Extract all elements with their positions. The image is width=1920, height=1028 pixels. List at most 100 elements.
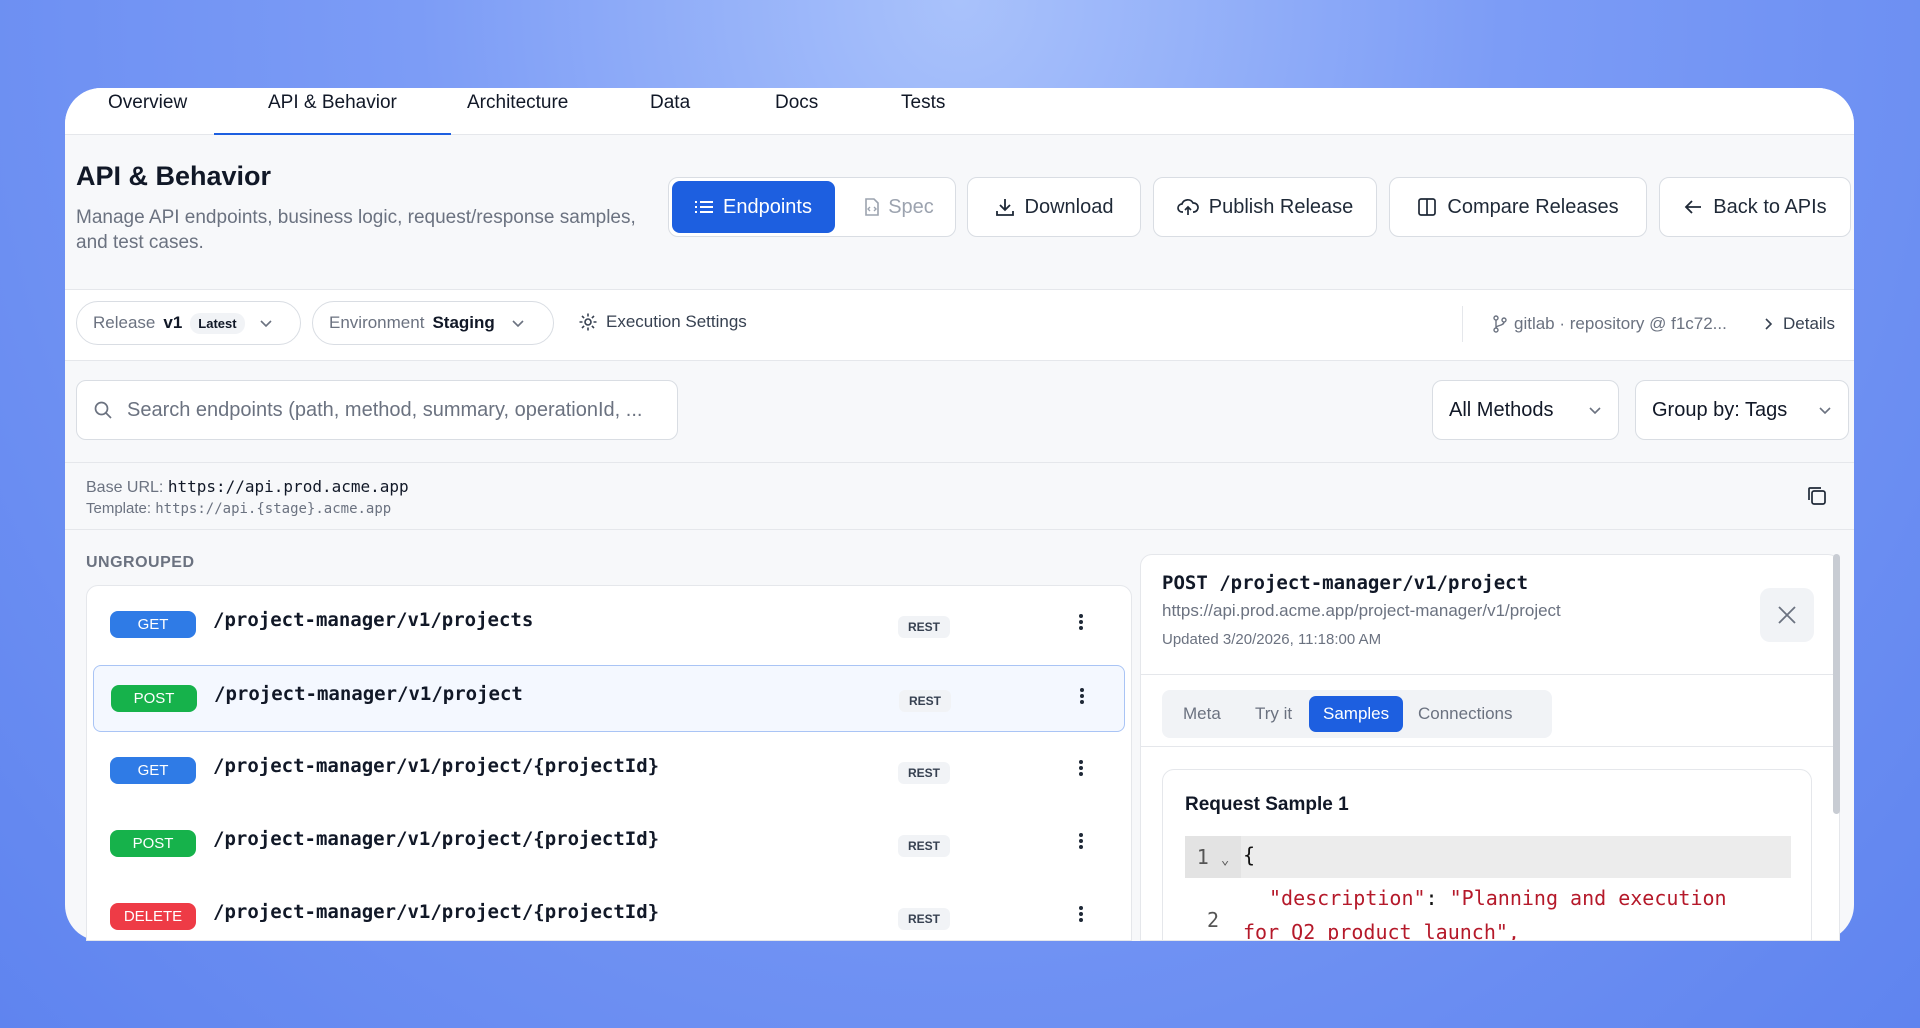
close-button[interactable] [1760,588,1814,642]
method-badge: DELETE [110,903,196,930]
more-vertical-icon[interactable] [1078,831,1084,851]
download-button[interactable]: Download [967,177,1141,237]
endpoint-row[interactable]: POST /project-manager/v1/project/{projec… [93,811,1125,878]
file-code-icon [864,198,880,216]
type-badge: REST [898,616,951,638]
release-label: Release [93,313,156,332]
publish-label: Publish Release [1208,195,1354,218]
tab-try-it[interactable]: Try it [1241,696,1306,732]
repository-link[interactable]: gitlab · repository @ f1c72... [1492,314,1727,334]
tab-api-behavior[interactable]: API & Behavior [214,88,451,136]
code-editor[interactable]: 1 ⌄ { 2 "description": "Planning and exe… [1185,836,1791,940]
more-vertical-icon[interactable] [1079,686,1085,706]
chevron-down-icon [259,318,273,328]
execution-settings-label: Execution Settings [606,312,747,331]
view-toggle: Endpoints Spec [668,177,956,237]
endpoints-view-button[interactable]: Endpoints [672,181,835,233]
type-badge: REST [898,908,951,930]
code-text: "description": "Planning and execution [1269,886,1727,910]
back-to-apis-button[interactable]: Back to APIs [1659,177,1851,237]
code-text: { [1243,843,1256,867]
page-description: Manage API endpoints, business logic, re… [76,207,636,253]
more-vertical-icon[interactable] [1078,612,1084,632]
endpoints-label: Endpoints [723,195,812,218]
type-badge: REST [899,690,952,712]
method-badge: GET [110,757,196,784]
code-line: 2 "description": "Planning and execution… [1185,878,1791,940]
template-value: https://api.{stage}.acme.app [155,501,392,517]
template-label: Template: [86,500,152,517]
execution-settings-button[interactable]: Execution Settings [578,312,747,332]
base-url: Base URL: https://api.prod.acme.app [86,477,409,497]
search-icon [93,400,113,420]
git-branch-icon [1492,315,1508,333]
endpoint-row[interactable]: GET /project-manager/v1/projects REST [93,592,1125,659]
group-by-select[interactable]: Group by: Tags [1635,380,1849,440]
methods-select[interactable]: All Methods [1432,380,1619,440]
environment-select[interactable]: Environment Staging [312,301,554,345]
chevron-down-icon [511,318,525,328]
tab-data[interactable]: Data [650,88,690,135]
download-label: Download [1024,195,1114,218]
method-badge: POST [110,830,196,857]
line-number: 1 ⌄ [1185,836,1241,878]
tab-tests[interactable]: Tests [901,88,945,135]
details-label: Details [1783,314,1835,333]
template-url: Template: https://api.{stage}.acme.app [86,500,391,517]
divider [1462,306,1463,342]
bottom-backdrop [65,941,1854,1028]
latest-badge: Latest [190,312,245,334]
tab-overview[interactable]: Overview [108,88,187,135]
endpoint-path: /project-manager/v1/projects [213,609,534,631]
endpoint-path: /project-manager/v1/project/{projectId} [213,828,660,850]
environment-value: Staging [432,313,495,332]
search-input[interactable]: Search endpoints (path, method, summary,… [76,380,678,440]
compare-releases-button[interactable]: Compare Releases [1389,177,1647,237]
tab-samples[interactable]: Samples [1309,696,1404,732]
sample-title: Request Sample 1 [1185,794,1349,815]
environment-label: Environment [329,313,425,332]
endpoint-list: GET /project-manager/v1/projects REST PO… [86,585,1132,941]
repository-text: gitlab · repository @ f1c72... [1514,314,1727,333]
more-vertical-icon[interactable] [1078,758,1084,778]
endpoint-path: /project-manager/v1/project [214,683,523,705]
panel-scrollbar[interactable] [1833,554,1840,814]
search-bar: Search endpoints (path, method, summary,… [65,361,1854,463]
list-icon [695,199,714,215]
tab-docs[interactable]: Docs [775,88,818,135]
top-tabs: Overview API & Behavior Architecture Dat… [65,88,1854,136]
fold-chevron-icon[interactable]: ⌄ [1221,852,1229,868]
method-badge: POST [111,685,197,712]
columns-icon [1417,197,1437,217]
filters-bar: Release v1 Latest Environment Staging Ex… [65,290,1854,361]
base-url-bar: Base URL: https://api.prod.acme.app Temp… [65,463,1854,530]
endpoint-path: /project-manager/v1/project/{projectId} [213,755,660,777]
tab-meta[interactable]: Meta [1169,696,1235,732]
chevron-down-icon [1588,405,1602,415]
page-header: API & Behavior Manage API endpoints, bus… [65,135,1854,290]
tab-connections[interactable]: Connections [1404,696,1527,732]
release-select[interactable]: Release v1 Latest [76,301,301,345]
details-button[interactable]: Details [1763,314,1835,334]
back-label: Back to APIs [1713,195,1827,218]
base-url-label: Base URL: [86,479,164,496]
detail-title: POST /project-manager/v1/project [1162,572,1529,594]
tab-architecture[interactable]: Architecture [467,88,568,135]
arrow-left-icon [1683,198,1703,216]
type-badge: REST [898,835,951,857]
endpoint-row-selected[interactable]: POST /project-manager/v1/project REST [93,665,1125,732]
method-badge: GET [110,611,196,638]
compare-label: Compare Releases [1447,195,1619,218]
publish-release-button[interactable]: Publish Release [1153,177,1377,237]
download-icon [995,197,1015,217]
type-badge: REST [898,762,951,784]
chevron-right-icon [1763,317,1773,331]
endpoint-row[interactable]: GET /project-manager/v1/project/{project… [93,738,1125,805]
spec-label: Spec [888,195,934,218]
spec-view-button[interactable]: Spec [849,181,949,233]
more-vertical-icon[interactable] [1078,904,1084,924]
copy-icon[interactable] [1806,485,1828,507]
endpoint-row[interactable]: DELETE /project-manager/v1/project/{proj… [93,884,1125,940]
search-placeholder: Search endpoints (path, method, summary,… [127,398,643,421]
divider [1141,674,1839,675]
